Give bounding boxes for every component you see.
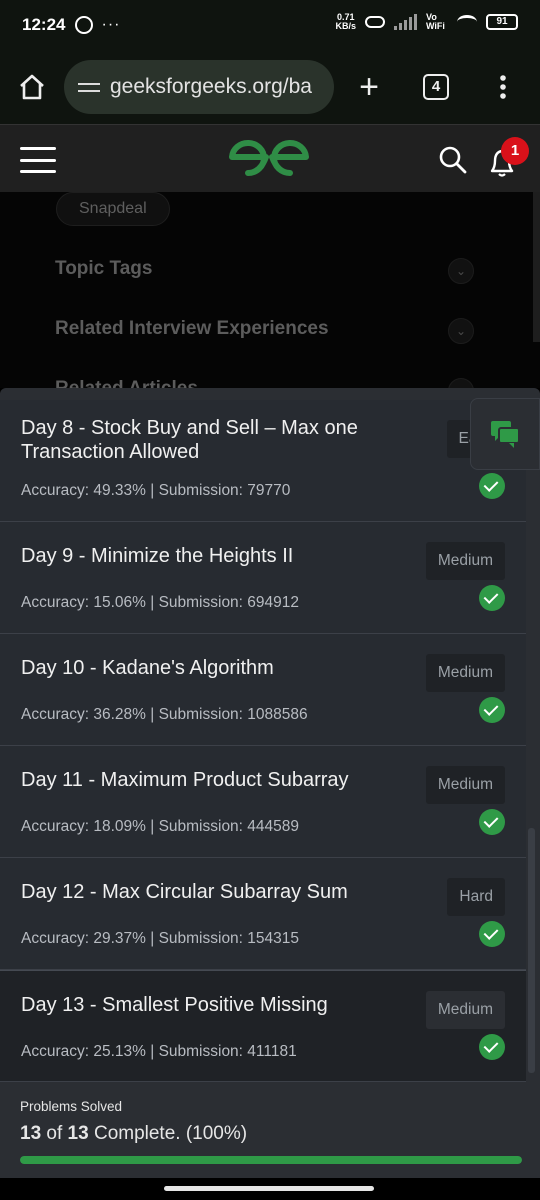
problem-stats: Accuracy: 49.33% | Submission: 79770 (21, 482, 291, 499)
problem-item[interactable]: Day 12 - Max Circular Subarray Sum Accur… (0, 858, 526, 970)
progress-bar (20, 1156, 522, 1164)
problem-stats: Accuracy: 15.06% | Submission: 694912 (21, 594, 300, 611)
problem-stats: Accuracy: 18.09% | Submission: 444589 (21, 818, 300, 835)
home-icon (20, 74, 44, 100)
problem-item[interactable]: Day 10 - Kadane's Algorithm Accuracy: 36… (0, 634, 526, 746)
site-settings-icon[interactable] (78, 76, 100, 98)
search-icon[interactable] (438, 145, 468, 175)
status-bar: 12:24 ··· 0.71 KB/s Vo WiFi 91 (0, 0, 540, 50)
cell-signal-icon (394, 14, 417, 30)
tab-count: 4 (423, 74, 449, 100)
solved-count: 13 (20, 1123, 42, 1144)
problem-title[interactable]: Day 12 - Max Circular Subarray Sum (21, 880, 411, 904)
progress-summary: 13 of 13 Complete. (100%) (20, 1123, 247, 1145)
problem-stats: Accuracy: 25.13% | Submission: 411181 (21, 1043, 297, 1060)
problem-title[interactable]: Day 10 - Kadane's Algorithm (21, 656, 411, 680)
chevron-down-icon: ⌄ (448, 258, 474, 284)
company-tag-chip: Snapdeal (56, 192, 170, 226)
tab-switcher-button[interactable]: 4 (404, 50, 468, 124)
solved-check-icon (479, 921, 505, 947)
problem-title[interactable]: Day 13 - Smallest Positive Missing (21, 993, 411, 1017)
gesture-handle[interactable] (164, 1186, 374, 1191)
problem-item[interactable]: Day 13 - Smallest Positive Missing Accur… (0, 970, 526, 1082)
related-interview-experiences-row: Related Interview Experiences (55, 318, 329, 339)
system-nav-bar (0, 1178, 540, 1200)
of-text: of (41, 1123, 68, 1144)
topic-tags-row: Topic Tags (55, 258, 153, 279)
gfg-logo[interactable] (226, 135, 312, 181)
related-articles-row: Related Articles (55, 378, 198, 388)
url-text: geeksforgeeks.org/ba (110, 75, 312, 98)
chat-button[interactable] (470, 398, 540, 470)
wifi-icon (457, 15, 477, 29)
difficulty-badge: Medium (425, 991, 505, 1029)
progress-footer: Problems Solved 13 of 13 Complete. (100%… (0, 1083, 540, 1178)
background-scrollbar (533, 192, 540, 342)
home-button[interactable] (0, 50, 64, 124)
problems-solved-label: Problems Solved (20, 1099, 123, 1114)
problem-list: Day 8 - Stock Buy and Sell – Max one Tra… (0, 400, 526, 1082)
difficulty-badge: Medium (425, 654, 505, 692)
network-speed-unit: KB/s (335, 21, 356, 31)
problems-bottom-sheet: Day 8 - Stock Buy and Sell – Max one Tra… (0, 388, 540, 1200)
solved-check-icon (479, 585, 505, 611)
address-bar[interactable]: geeksforgeeks.org/ba (64, 60, 334, 114)
problem-item[interactable]: Day 11 - Maximum Product Subarray Accura… (0, 746, 526, 858)
problem-title[interactable]: Day 9 - Minimize the Heights II (21, 544, 411, 568)
complete-text: Complete. (100%) (88, 1123, 248, 1144)
problem-stats: Accuracy: 29.37% | Submission: 154315 (21, 930, 300, 947)
difficulty-badge: Hard (447, 878, 505, 916)
network-speed: 0.71 KB/s (335, 13, 356, 31)
new-tab-button[interactable]: + (334, 50, 404, 124)
progress-bar-fill (20, 1156, 522, 1164)
chevron-down-icon: ⌄ (448, 318, 474, 344)
total-count: 13 (67, 1123, 89, 1144)
problem-item[interactable]: Day 8 - Stock Buy and Sell – Max one Tra… (0, 400, 526, 522)
solved-check-icon (479, 809, 505, 835)
problem-title[interactable]: Day 8 - Stock Buy and Sell – Max one Tra… (21, 416, 411, 464)
hamburger-menu-icon[interactable] (20, 147, 56, 173)
difficulty-badge: Medium (425, 766, 505, 804)
chevron-down-icon: ⌄ (448, 378, 474, 388)
solved-check-icon (479, 1034, 505, 1060)
hotspot-link-icon (365, 16, 385, 28)
more-notifications-icon: ··· (101, 16, 121, 33)
battery-icon: 91 (486, 14, 518, 30)
browser-toolbar: geeksforgeeks.org/ba + 4 (0, 50, 540, 124)
more-vert-icon (500, 75, 506, 99)
solved-check-icon (479, 697, 505, 723)
solved-check-icon (479, 473, 505, 499)
whatsapp-icon (75, 16, 94, 34)
problem-stats: Accuracy: 36.28% | Submission: 1088586 (21, 706, 308, 723)
notification-count-badge: 1 (501, 137, 529, 165)
site-header (0, 124, 540, 192)
list-scrollbar[interactable] (528, 828, 535, 1073)
chat-bubbles-icon (491, 421, 520, 448)
status-time: 12:24 (22, 15, 66, 34)
vowifi-icon: Vo WiFi (426, 12, 445, 31)
browser-menu-button[interactable] (468, 50, 538, 124)
problem-item[interactable]: Day 9 - Minimize the Heights II Accuracy… (0, 522, 526, 634)
problem-title[interactable]: Day 11 - Maximum Product Subarray (21, 768, 411, 792)
background-page-overlay[interactable]: Snapdeal Topic Tags ⌄ Related Interview … (0, 192, 540, 388)
difficulty-badge: Medium (425, 542, 505, 580)
